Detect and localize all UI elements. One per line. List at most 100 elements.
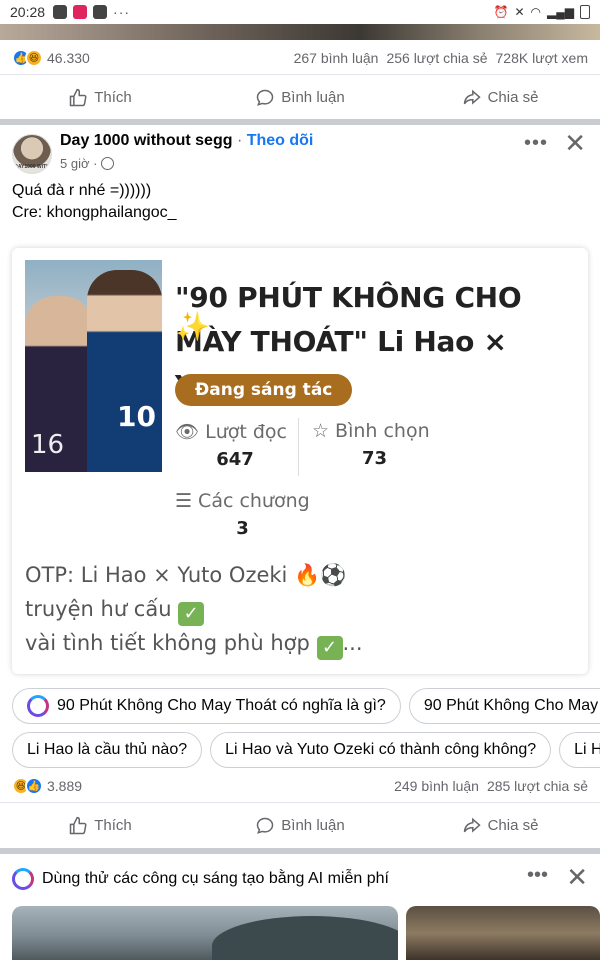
more-options-button[interactable]: •••	[527, 864, 548, 887]
ai-tool-card[interactable]	[12, 906, 398, 960]
ai-tools-title[interactable]: Dùng thử các công cụ sáng tạo bằng AI mi…	[42, 870, 389, 888]
desc-line-3: vài tình tiết không phù hợp	[25, 631, 310, 655]
post-time[interactable]: 5 giờ ·	[60, 156, 97, 171]
comment-icon	[257, 89, 274, 106]
suggestion-chip[interactable]: Li Hao là cầu thủ nào?	[12, 732, 203, 768]
votes-label-row: ☆ Bình chọn	[312, 420, 437, 442]
post-caption: Quá đà r nhé =)))))) Cre: khongphailango…	[12, 180, 582, 224]
suggestion-text: 90 Phút Không Cho May Th	[423, 697, 600, 714]
prev-post-stats: 👍 😆 46.330 267 bình luận 256 lượt chia s…	[0, 40, 600, 76]
suggestion-chip[interactable]: Li Ha	[559, 732, 600, 768]
reaction-count: 3.889	[47, 778, 83, 794]
like-label: Thích	[94, 89, 132, 106]
signal-icon: ▂▄▆	[547, 5, 574, 19]
notification-icons: ···	[53, 4, 130, 20]
chapters-stat: ☰ Các chương 3	[175, 490, 310, 539]
post-actions: Thích Bình luận Chia sẻ	[0, 802, 600, 848]
ai-suggestions-row-1: 90 Phút Không Cho May Thoát có nghĩa là …	[0, 688, 600, 728]
suggestion-chip[interactable]: Li Hao và Yuto Ozeki có thành công không…	[210, 732, 552, 768]
suggestion-chip[interactable]: 90 Phút Không Cho May Thoát có nghĩa là …	[12, 688, 401, 724]
ai-tools-header: Dùng thử các công cụ sáng tạo bằng AI mi…	[0, 862, 600, 896]
sparkle-icon: ✨	[175, 311, 210, 342]
votes-value: 73	[361, 448, 388, 469]
votes-label: Bình chọn	[335, 420, 430, 442]
share-count[interactable]: 285 lượt chia sẻ	[487, 778, 588, 794]
comment-button[interactable]: Bình luận	[200, 816, 400, 836]
thumbs-up-icon	[69, 816, 87, 834]
share-label: Chia sẻ	[487, 817, 539, 834]
suggestion-text: Li Ha	[574, 741, 600, 758]
share-label: Chia sẻ	[487, 89, 539, 106]
comment-button[interactable]: Bình luận	[200, 88, 400, 108]
eye-icon: 👁	[175, 421, 200, 443]
system-icons: ⏰ ✕ ◠ ▂▄▆	[494, 5, 590, 19]
reaction-summary[interactable]: 👍 😆 46.330	[12, 49, 90, 67]
comment-label: Bình luận	[281, 817, 345, 834]
check-mark-icon: ✓	[316, 636, 343, 660]
avatar[interactable]: DAY1000 WITH	[12, 134, 52, 174]
status-badge: Đang sáng tác	[175, 374, 353, 406]
battery-icon	[580, 5, 590, 19]
desc-line-1: OTP: Li Hao × Yuto Ozeki 🔥⚽	[25, 563, 347, 587]
desc-ellipsis: ...	[342, 631, 363, 655]
comment-icon	[257, 817, 274, 834]
reaction-summary[interactable]: 😆 👍 3.889	[12, 777, 82, 795]
reads-stat: 👁 Lượt đọc 647	[175, 420, 295, 471]
feed-separator	[0, 119, 600, 125]
more-options-button[interactable]: •••	[524, 132, 548, 155]
share-icon	[463, 89, 481, 105]
story-description: OTP: Li Hao × Yuto Ozeki 🔥⚽ truyện hư cấ…	[25, 558, 580, 660]
wifi-icon: ◠	[530, 5, 542, 19]
chapters-value: 3	[236, 518, 249, 539]
mute-icon: ✕	[514, 5, 525, 19]
like-reaction-icon: 👍	[25, 777, 43, 795]
haha-reaction-icon: 😆	[25, 49, 43, 67]
story-cover-image[interactable]: 16 10	[25, 260, 162, 472]
reads-label-row: 👁 Lượt đọc	[175, 420, 295, 444]
alarm-icon: ⏰	[493, 5, 509, 19]
status-bar: 20:28 ··· ⏰ ✕ ◠ ▂▄▆	[0, 0, 600, 24]
desc-line-2-row: truyện hư cấu ✓	[25, 592, 580, 626]
suggestion-text: Li Hao là cầu thủ nào?	[27, 741, 188, 758]
comment-count[interactable]: 249 bình luận	[394, 778, 479, 794]
share-icon	[463, 817, 481, 833]
meta-ai-icon	[12, 868, 34, 890]
author-name[interactable]: Day 1000 without segg	[60, 132, 233, 149]
story-card[interactable]: 16 10 "90 PHÚT KHÔNG CHO MÀY THOÁT" Li H…	[12, 248, 588, 674]
close-button[interactable]: ✕	[566, 862, 588, 893]
more-notifications-icon: ···	[113, 4, 131, 20]
reads-label: Lượt đọc	[205, 420, 287, 443]
stat-divider	[298, 418, 299, 476]
chapters-label: Các chương	[198, 490, 310, 512]
post-meta: 5 giờ ·	[60, 156, 115, 171]
post-stats: 😆 👍 3.889 249 bình luận 285 lượt chia sẻ	[0, 768, 600, 804]
thumbs-up-icon	[69, 88, 87, 106]
suggestion-chip[interactable]: 90 Phút Không Cho May Th	[408, 688, 600, 724]
star-icon: ☆	[312, 420, 330, 442]
like-button[interactable]: Thích	[0, 88, 200, 108]
check-mark-icon: ✓	[178, 602, 205, 626]
messenger-icon	[53, 5, 68, 19]
hide-post-button[interactable]: ✕	[564, 130, 586, 156]
globe-icon	[101, 157, 115, 170]
votes-stat: ☆ Bình chọn 73	[312, 420, 437, 469]
author-line: Day 1000 without segg · Theo dõi	[60, 132, 313, 150]
avatar-text: DAY1000 WITH	[14, 164, 50, 170]
feed-separator	[0, 848, 600, 854]
caption-line-1: Quá đà r nhé =))))))	[12, 182, 152, 199]
follow-button[interactable]: Theo dõi	[247, 132, 314, 149]
prev-post-actions: Thích Bình luận Chia sẻ	[0, 74, 600, 120]
app-notification-icon	[73, 5, 88, 19]
share-count[interactable]: 256 lượt chia sẻ	[386, 50, 487, 66]
meta-ai-icon	[27, 695, 49, 717]
comment-count[interactable]: 267 bình luận	[294, 50, 379, 66]
caption-line-2: Cre: khongphailangoc_	[12, 204, 177, 221]
previous-post-image[interactable]	[0, 24, 600, 40]
ai-tool-card[interactable]	[406, 906, 600, 960]
share-button[interactable]: Chia sẻ	[400, 816, 600, 836]
like-button[interactable]: Thích	[0, 816, 200, 836]
ai-suggestions-row-2: Li Hao là cầu thủ nào? Li Hao và Yuto Oz…	[0, 732, 600, 772]
reads-value: 647	[216, 449, 254, 470]
list-icon: ☰	[175, 490, 193, 512]
share-button[interactable]: Chia sẻ	[400, 88, 600, 108]
